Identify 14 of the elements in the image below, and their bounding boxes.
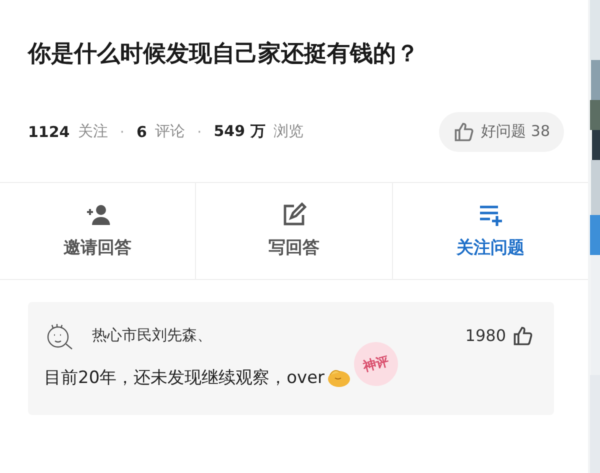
separator-dot: · bbox=[120, 122, 125, 141]
stat-number: 1124 bbox=[28, 122, 70, 141]
stat-label: 浏览 bbox=[273, 122, 304, 142]
separator-dot: · bbox=[196, 122, 202, 141]
thumbs-up-icon[interactable] bbox=[512, 324, 534, 347]
stat-number: 6 bbox=[136, 122, 147, 141]
question-title: 你是什么时候发现自己家还挺有钱的？ bbox=[28, 40, 420, 69]
comment-text: 目前20年，还未发现继续观察，over bbox=[44, 366, 325, 389]
thumbs-up-icon bbox=[453, 120, 476, 143]
stat-label: 关注 bbox=[78, 122, 108, 142]
good-question-button[interactable]: 好问题 38 bbox=[439, 112, 564, 152]
stat-number: 549 万 bbox=[214, 122, 266, 142]
stat-label: 评论 bbox=[154, 122, 185, 142]
like-count: 1980 bbox=[465, 326, 506, 346]
